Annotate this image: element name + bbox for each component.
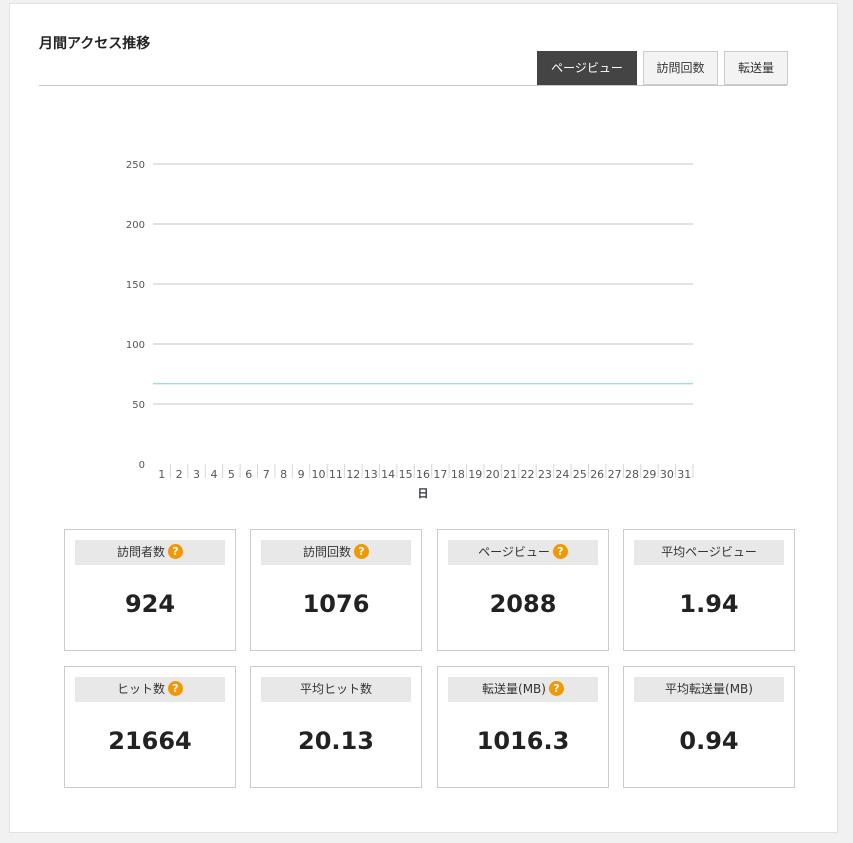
x-tick-label: 21 (503, 468, 517, 481)
stat-label-transfer: 転送量(MB)? (448, 677, 598, 702)
stat-label-text: ヒット数 (116, 682, 165, 696)
stat-value-avg-pageviews: 1.94 (679, 590, 739, 618)
stat-card-pageviews: ページビュー? 2088 (437, 529, 609, 651)
help-icon[interactable]: ? (548, 681, 564, 696)
stat-label-visits: 訪問回数? (261, 540, 411, 565)
x-tick-label: 25 (573, 468, 587, 481)
stat-card-visits: 訪問回数? 1076 (250, 529, 422, 651)
x-tick-label: 11 (329, 468, 343, 481)
stat-card-transfer: 転送量(MB)? 1016.3 (437, 666, 609, 788)
x-tick-label: 26 (590, 468, 604, 481)
help-icon[interactable]: ? (552, 544, 568, 559)
x-tick-label: 24 (555, 468, 569, 481)
x-tick-label: 5 (228, 468, 235, 481)
stat-value-avg-transfer: 0.94 (679, 727, 739, 755)
stat-value-transfer: 1016.3 (476, 727, 570, 755)
help-icon[interactable]: ? (168, 681, 183, 696)
x-tick-label: 9 (298, 468, 305, 481)
x-tick-label: 17 (433, 468, 447, 481)
x-tick-label: 14 (381, 468, 395, 481)
stat-value-avg-hits: 20.13 (298, 727, 374, 755)
stat-card-visitors: 訪問者数? 924 (64, 529, 236, 651)
stat-label-text: 訪問回数 (302, 545, 351, 559)
access-line-chart: 050100150200250 1 2 3 4 5 6 7 8 9 10 11 12 13 14 15 16 1… (126, 160, 694, 500)
y-tick-label: 200 (126, 220, 145, 231)
x-tick-label: 2 (176, 468, 183, 481)
x-tick-label: 7 (263, 468, 270, 481)
stat-value-visits: 1076 (302, 590, 370, 618)
stat-value-hits: 21664 (108, 727, 192, 755)
x-tick-label: 20 (486, 468, 500, 481)
x-tick-label: 12 (346, 468, 360, 481)
stat-card-avg-transfer: 平均転送量(MB) 0.94 (623, 666, 795, 788)
x-tick-label: 16 (416, 468, 430, 481)
y-tick-label: 100 (126, 340, 145, 351)
stat-label-text: ページビュー (478, 545, 550, 559)
stat-value-visitors: 924 (124, 590, 176, 618)
help-icon[interactable]: ? (168, 544, 183, 559)
x-tick-label: 3 (193, 468, 200, 481)
stat-label-visitors: 訪問者数? (75, 540, 225, 565)
stat-label-text: 転送量(MB) (482, 682, 546, 696)
stat-label-avg-hits: 平均ヒット数 (261, 677, 411, 702)
x-tick-label: 27 (608, 468, 622, 481)
stat-label-pageviews: ページビュー? (448, 540, 598, 565)
x-tick-label: 1 (158, 468, 165, 481)
x-tick-label: 18 (451, 468, 465, 481)
stat-card-avg-pageviews: 平均ページビュー 1.94 (623, 529, 795, 651)
x-tick-label: 23 (538, 468, 552, 481)
x-tick-label: 19 (468, 468, 482, 481)
x-tick-label: 10 (311, 468, 325, 481)
stat-label-avg-transfer: 平均転送量(MB) (634, 677, 784, 702)
x-tick-label: 4 (210, 468, 217, 481)
y-tick-label: 50 (132, 400, 145, 411)
x-tick-label: 29 (642, 468, 656, 481)
x-tick-label: 31 (677, 468, 691, 481)
x-tick-label: 6 (245, 468, 252, 481)
x-tick-label: 8 (280, 468, 287, 481)
stat-card-hits: ヒット数? 21664 (64, 666, 236, 788)
y-tick-label: 150 (126, 280, 145, 291)
stat-card-avg-hits: 平均ヒット数 20.13 (250, 666, 422, 788)
y-tick-label: 0 (139, 460, 145, 471)
x-axis-label: 日 (418, 487, 429, 500)
x-tick-label: 28 (625, 468, 639, 481)
stat-value-pageviews: 2088 (489, 590, 557, 618)
x-tick-label: 13 (364, 468, 378, 481)
x-tick-label: 15 (399, 468, 413, 481)
stat-label-hits: ヒット数? (75, 677, 225, 702)
help-icon[interactable]: ? (354, 544, 369, 559)
stat-label-text: 訪問者数 (116, 545, 165, 559)
x-tick-label: 30 (660, 468, 674, 481)
y-tick-label: 250 (126, 160, 145, 171)
stat-label-avg-pageviews: 平均ページビュー (634, 540, 784, 565)
x-tick-label: 22 (521, 468, 535, 481)
